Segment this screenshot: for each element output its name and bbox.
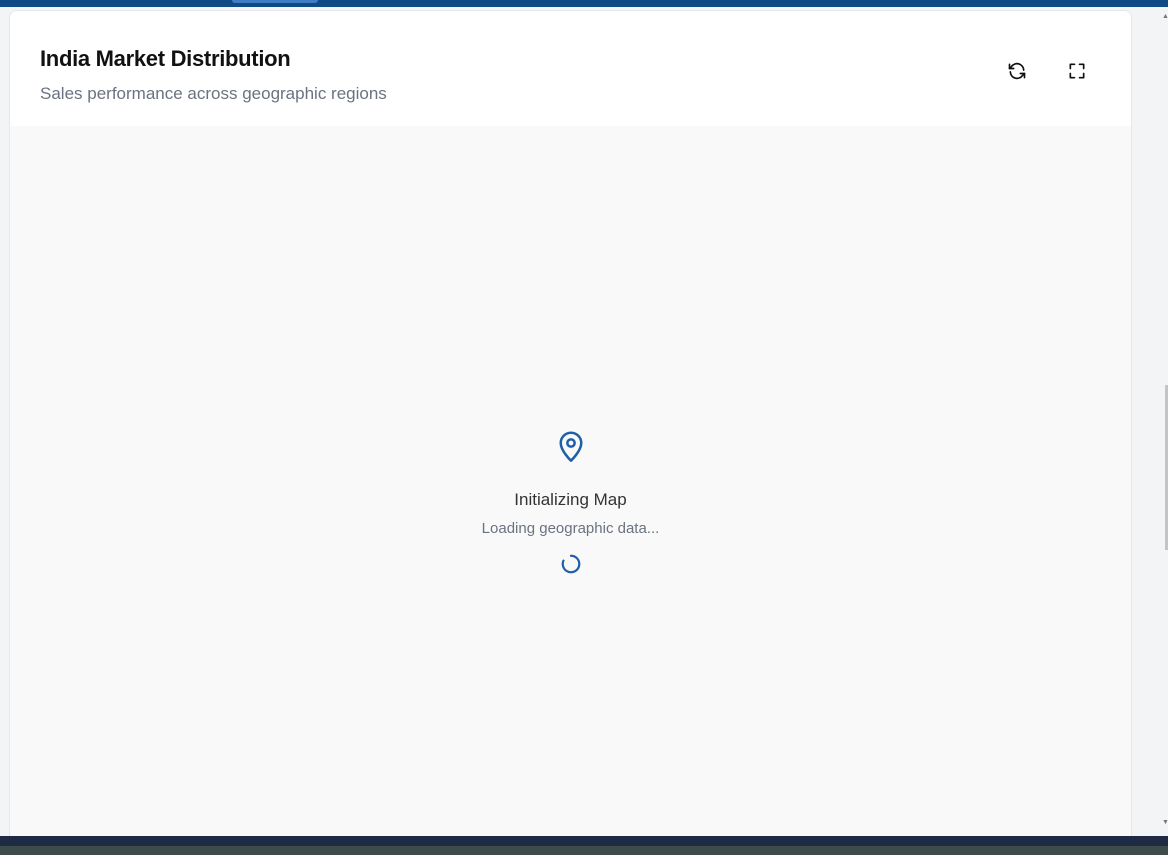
fullscreen-icon — [1069, 63, 1085, 79]
refresh-icon — [1008, 62, 1026, 80]
fullscreen-button[interactable] — [1062, 56, 1092, 86]
map-card: India Market Distribution Sales performa… — [9, 10, 1132, 850]
top-window-strip — [0, 0, 1168, 7]
loading-subtitle: Loading geographic data... — [481, 520, 660, 537]
scroll-up-arrow[interactable]: ▲ — [1162, 13, 1168, 20]
map-container[interactable]: Initializing Map Loading geographic data… — [10, 126, 1131, 849]
card-title: India Market Distribution — [40, 46, 291, 71]
active-tab-indicator — [232, 0, 318, 3]
map-loading-state: Initializing Map Loading geographic data… — [10, 431, 1131, 580]
refresh-button[interactable] — [1002, 56, 1032, 86]
loading-spinner-icon — [561, 554, 580, 574]
loading-title: Initializing Map — [514, 490, 627, 509]
bottom-taskbar-strip — [0, 846, 1168, 855]
bottom-taskbar — [0, 836, 1168, 855]
card-subtitle: Sales performance across geographic regi… — [40, 84, 387, 103]
scroll-down-arrow[interactable]: ▼ — [1162, 819, 1168, 826]
card-header: India Market Distribution Sales performa… — [10, 11, 1131, 126]
map-pin-icon — [558, 431, 583, 462]
